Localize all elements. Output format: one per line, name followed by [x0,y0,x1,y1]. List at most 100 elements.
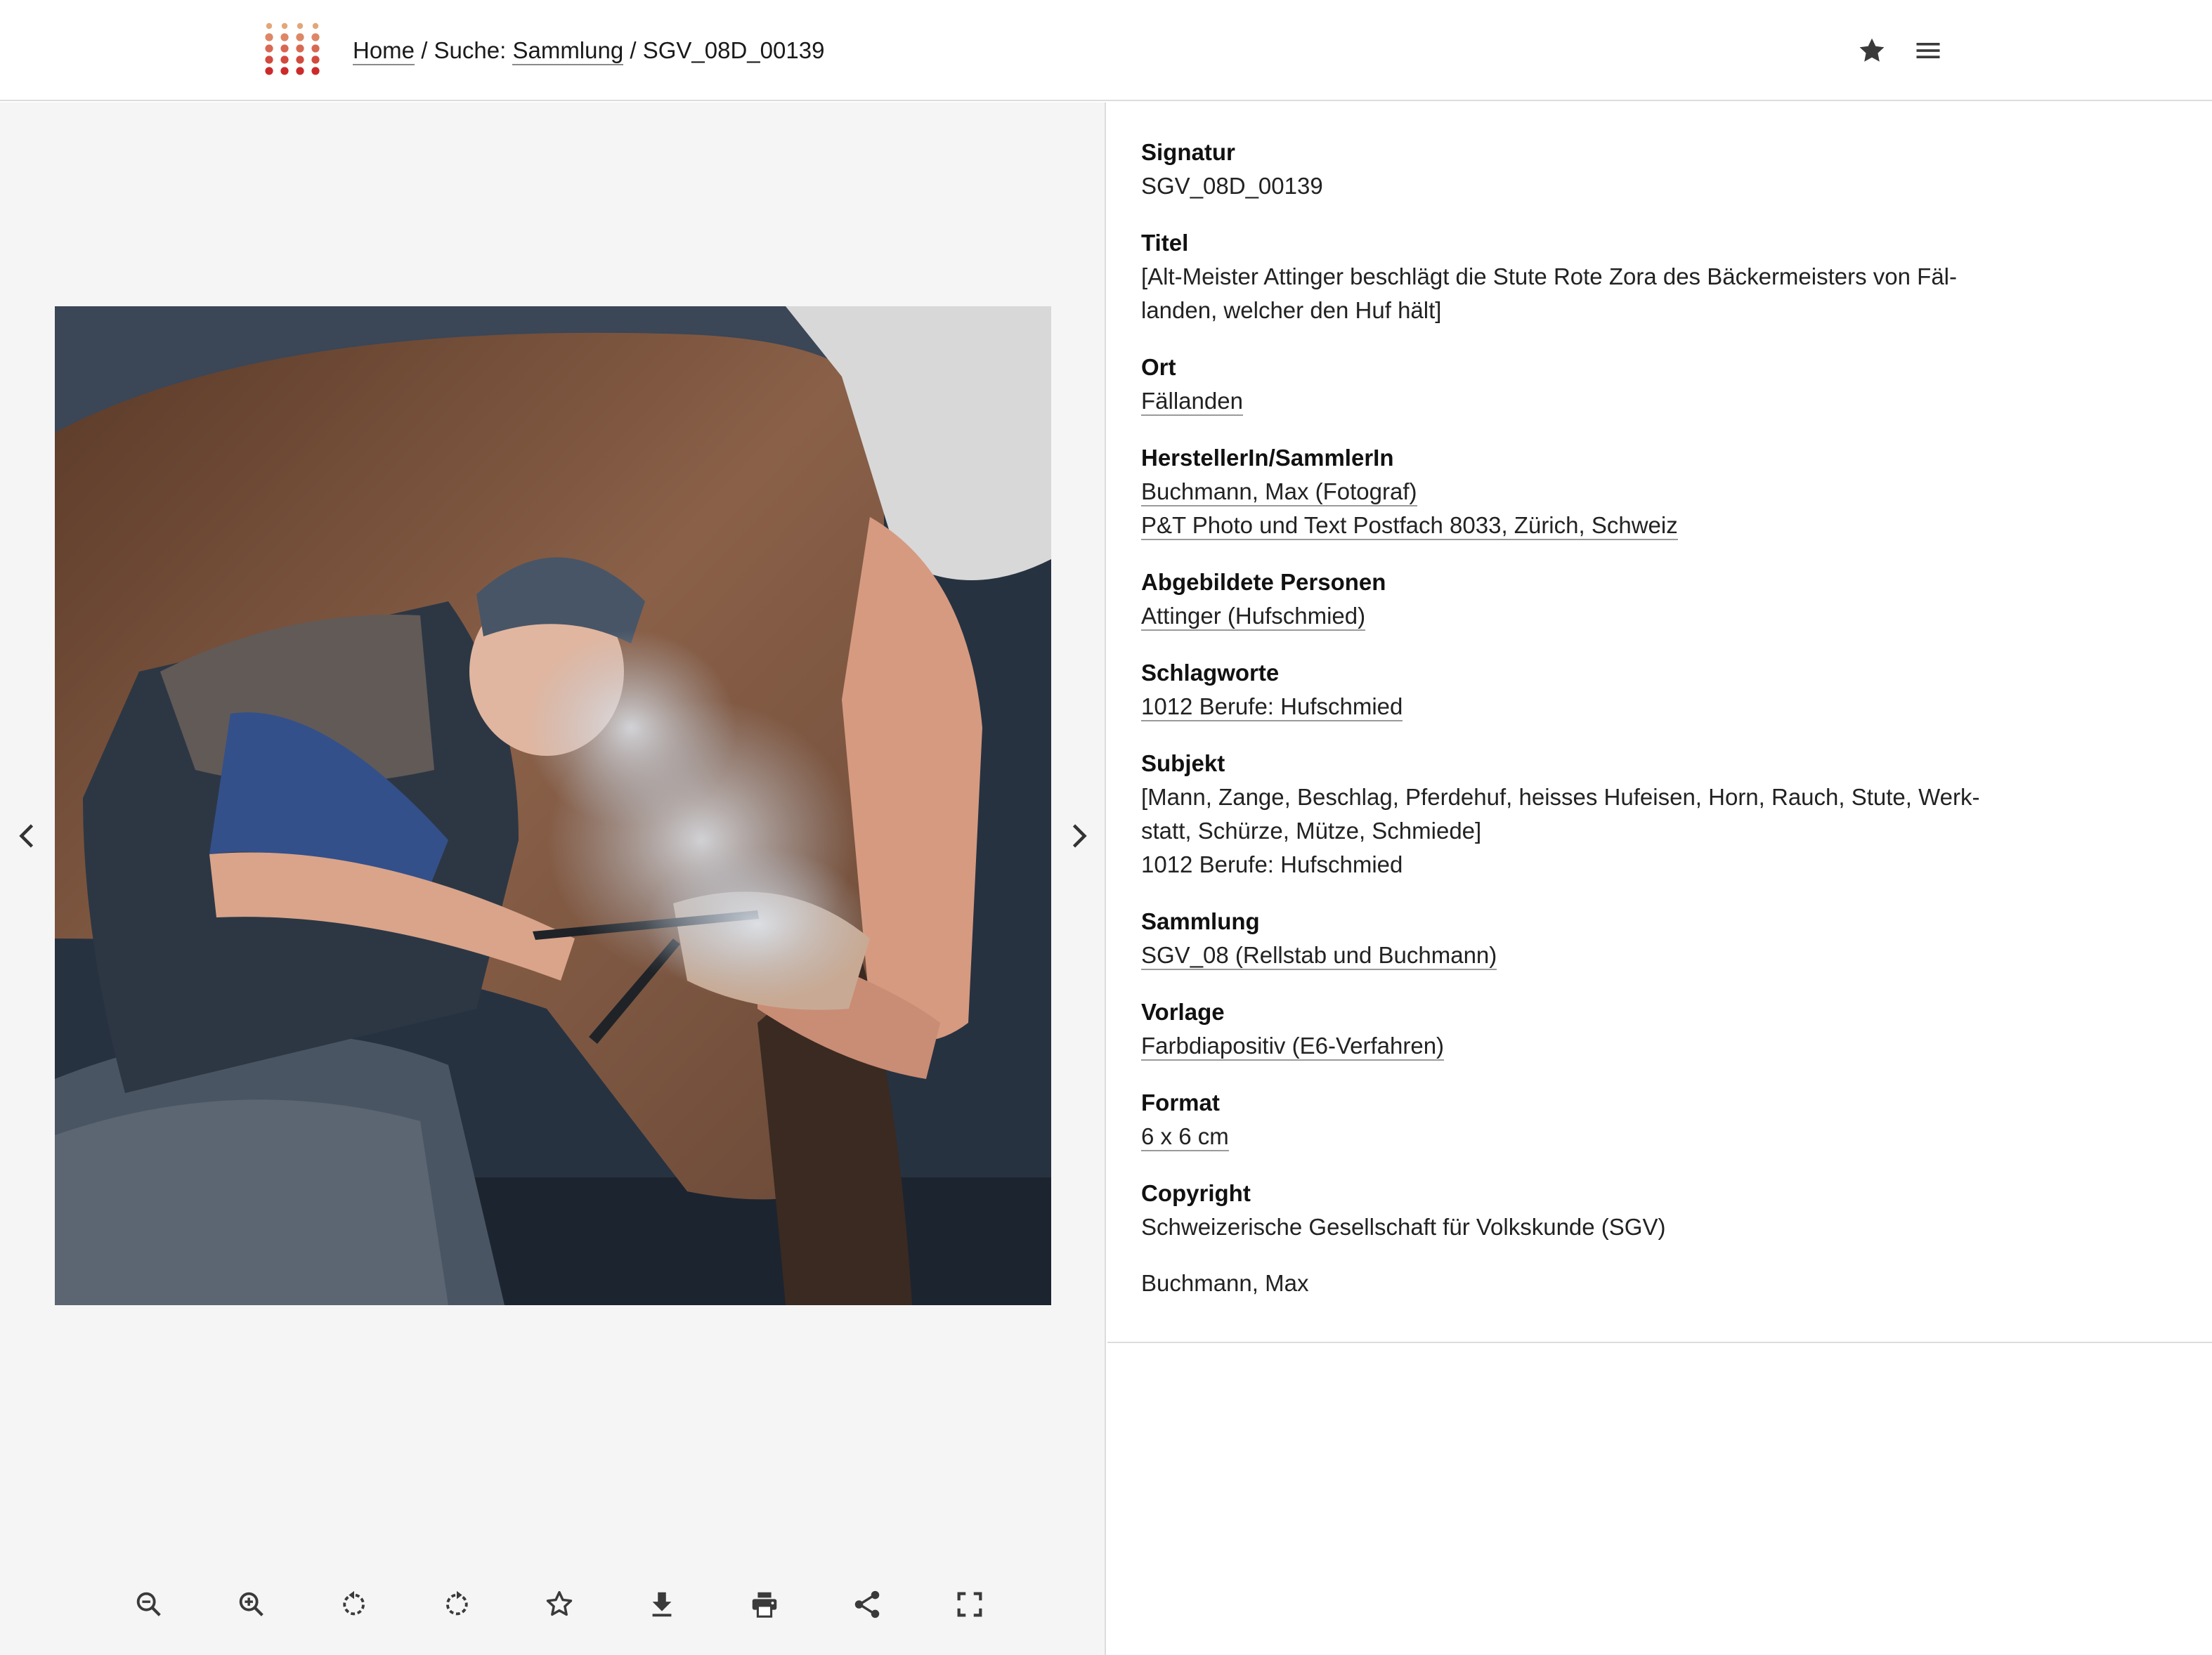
logo-dot [296,55,304,64]
chevron-right-icon [1072,824,1087,848]
metadata-list: Signatur SGV_08D_00139 Titel [Alt-Meiste… [1141,135,2034,1323]
subjekt-value: [Mann, Zange, Beschlag, Pferdehuf, heiss… [1141,780,2034,882]
star-icon [1859,38,1885,62]
logo-dot [297,22,304,30]
field-sammlung: Sammlung SGV_08 (Rellstab und Buchmann) [1141,904,2034,972]
field-hersteller: HerstellerIn/SammlerIn Buchmann, Max (Fo… [1141,440,2034,542]
previous-image-button[interactable] [11,813,42,858]
photographer-link[interactable]: Buchmann, Max (Fotograf) [1141,478,1417,506]
logo-dot [311,44,320,53]
logo-dot [281,22,288,30]
download-button[interactable] [637,1579,687,1630]
collection-link[interactable]: SGV_08 (Rellstab und Buchmann) [1141,942,1497,970]
field-ort: Ort Fällanden [1141,350,2034,418]
share-button[interactable] [842,1579,892,1630]
field-subjekt: Subjekt [Mann, Zange, Beschlag, Pferdehu… [1141,746,2034,882]
logo-dot [311,55,320,64]
rotate-right-icon [445,1590,468,1616]
breadcrumb-search-prefix: Suche: [434,37,513,63]
keyword-link[interactable]: 1012 Berufe: Hufschmied [1141,693,1403,721]
chevron-left-icon [19,824,34,848]
next-image-button[interactable] [1064,813,1095,858]
format-link[interactable]: 6 x 6 cm [1141,1123,1229,1151]
fullscreen-button[interactable] [944,1579,995,1630]
field-label: Schlagworte [1141,660,1280,686]
print-button[interactable] [739,1579,790,1630]
titel-value: [Alt-Meister Attinger beschlägt die Stut… [1141,260,2034,327]
metadata-panel: Signatur SGV_08D_00139 Titel [Alt-Meiste… [1107,103,2212,1343]
image-viewer [0,103,1106,1655]
empty-panel-area [1107,1345,2212,1655]
archive-photo[interactable] [55,306,1051,1305]
zoom-out-icon [136,1592,161,1616]
share-icon [854,1590,880,1618]
logo-dot [280,44,289,53]
star-outline-icon [546,1591,573,1616]
field-titel: Titel [Alt-Meister Attinger beschlägt di… [1141,225,2034,327]
person-link[interactable]: Attinger (Hufschmied) [1141,603,1366,631]
viewer-toolbar [124,1578,995,1631]
field-schlagworte: Schlagworte 1012 Berufe: Hufschmied [1141,655,2034,724]
top-header: Home / Suche: Sammlung / SGV_08D_00139 [0,0,2212,101]
logo-dot [265,44,273,53]
breadcrumb-current: SGV_08D_00139 [642,37,825,63]
logo-dot [280,33,289,41]
logo-dot [296,33,304,41]
rotate-left-button[interactable] [329,1579,379,1630]
vorlage-link[interactable]: Farbdiapositiv (E6-Verfahren) [1141,1033,1445,1061]
rotate-right-button[interactable] [431,1579,482,1630]
fullscreen-icon [957,1592,982,1617]
field-format: Format 6 x 6 cm [1141,1085,2034,1153]
field-label: Subjekt [1141,750,1225,776]
favorite-button[interactable] [534,1579,585,1630]
logo-dots-icon[interactable] [263,21,322,76]
field-label: Titel [1141,230,1189,256]
field-label: Copyright [1141,1180,1251,1206]
field-label: Ort [1141,354,1176,380]
breadcrumb-separator: / [623,37,643,63]
breadcrumb-collection-link[interactable]: Sammlung [512,37,624,65]
zoom-out-button[interactable] [124,1579,174,1630]
field-label: Format [1141,1090,1220,1116]
subjekt-line: 1012 Berufe: Hufschmied [1141,851,1403,877]
agency-link[interactable]: P&T Photo und Text Postfach 8033, Zürich… [1141,512,1678,540]
copyright-value: Schweizerische Gesellschaft für Volkskun… [1141,1214,1666,1240]
logo-dot [296,44,304,53]
titel-line: [Alt-Meister Attinger beschlägt die Stut… [1141,263,1957,289]
menu-button[interactable] [1908,31,1948,70]
logo-dot [311,67,320,75]
field-label: Vorlage [1141,999,1225,1025]
header-actions [1852,31,1948,70]
titel-line: landen, welcher den Huf hält] [1141,297,1442,323]
field-label: HerstellerIn/SammlerIn [1141,445,1394,471]
print-icon [752,1592,777,1618]
breadcrumb: Home / Suche: Sammlung / SGV_08D_00139 [353,34,824,67]
field-signatur: Signatur SGV_08D_00139 [1141,135,2034,203]
logo-dot [265,67,273,75]
logo-dot [280,67,289,75]
logo-dot [265,55,273,64]
field-copyright: Copyright Schweizerische Gesellschaft fü… [1141,1176,2034,1244]
logo-dot [280,55,289,64]
logo-dot [311,33,320,41]
logo-dot [296,67,304,75]
logo-dot [312,22,319,30]
subjekt-line: [Mann, Zange, Beschlag, Pferdehuf, heiss… [1141,784,1980,810]
zoom-in-button[interactable] [226,1579,277,1630]
credit-value: Buchmann, Max [1141,1270,1309,1296]
field-abgebildete-personen: Abgebildete Personen Attinger (Hufschmie… [1141,565,2034,633]
field-credit: Buchmann, Max [1141,1267,2034,1300]
field-vorlage: Vorlage Farbdiapositiv (E6-Verfahren) [1141,995,2034,1063]
signatur-value: SGV_08D_00139 [1141,173,1323,199]
zoom-in-icon [239,1592,264,1616]
field-label: Abgebildete Personen [1141,569,1386,595]
subjekt-line: statt, Schürze, Mütze, Schmiede] [1141,818,1482,844]
breadcrumb-separator: / [415,37,434,63]
rotate-left-icon [343,1590,365,1616]
breadcrumb-home-link[interactable]: Home [353,37,415,65]
favorites-button[interactable] [1852,31,1892,70]
ort-link[interactable]: Fällanden [1141,388,1243,416]
field-label: Signatur [1141,139,1235,165]
photo-blacksmith-horse [55,306,1051,1305]
download-icon [652,1592,672,1617]
